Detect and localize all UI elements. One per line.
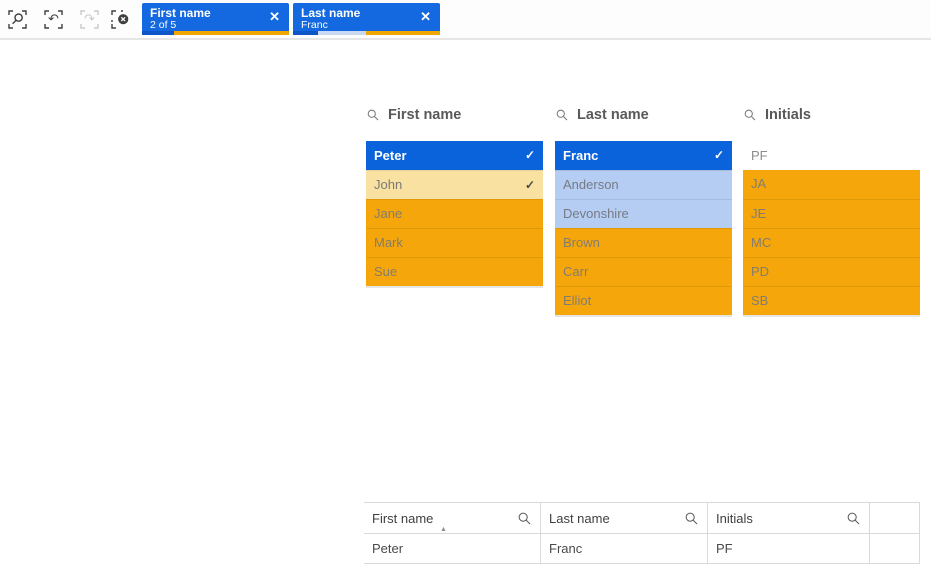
- step-back-button[interactable]: ↶: [43, 9, 64, 30]
- undo-arrow-icon: ↶: [43, 9, 64, 30]
- chip-body[interactable]: First name 2 of 5 ✕: [142, 3, 289, 31]
- value-label: PF: [751, 148, 768, 163]
- search-in-selections-button[interactable]: [7, 9, 28, 30]
- listbox-value-pd[interactable]: PD: [743, 257, 920, 286]
- step-forward-button[interactable]: ↷: [79, 9, 100, 30]
- listbox-value-ja[interactable]: JA: [743, 170, 920, 199]
- listbox-value-je[interactable]: JE: [743, 199, 920, 228]
- selection-chip[interactable]: Last name Franc ✕: [293, 3, 440, 35]
- column-label: Initials: [716, 511, 753, 526]
- listbox-title: Last name: [577, 107, 649, 123]
- value-label: Mark: [374, 235, 403, 250]
- value-label: MC: [751, 235, 771, 250]
- table-cell[interactable]: [870, 534, 920, 564]
- listbox-value-carr[interactable]: Carr: [555, 257, 732, 286]
- listbox-value-jane[interactable]: Jane: [366, 199, 543, 228]
- listbox-value-franc[interactable]: Franc ✓: [555, 141, 732, 170]
- checkmark-icon: ✓: [525, 171, 535, 199]
- chip-field-name: Last name: [301, 6, 360, 20]
- straight-table: First name ▲ Last name Initials PeterFran…: [364, 502, 920, 564]
- table-row: PeterFrancPF: [364, 534, 920, 564]
- search-marquee-icon: [7, 9, 28, 30]
- search-icon[interactable]: [555, 108, 569, 122]
- chip-body[interactable]: Last name Franc ✕: [293, 3, 440, 31]
- table-header-row: First name ▲ Last name Initials: [364, 503, 920, 534]
- listbox-header[interactable]: Last name: [555, 104, 732, 126]
- column-header-first-name[interactable]: First name ▲: [364, 503, 541, 534]
- column-header-last-name[interactable]: Last name: [541, 503, 708, 534]
- listbox-header[interactable]: First name: [366, 104, 543, 126]
- listbox-value-john[interactable]: John ✓: [366, 170, 543, 199]
- state-segment: [293, 31, 318, 35]
- close-icon[interactable]: ✕: [420, 9, 431, 25]
- listbox-value-anderson[interactable]: Anderson: [555, 170, 732, 199]
- close-icon[interactable]: ✕: [269, 9, 280, 25]
- listbox: First name Peter ✓ John ✓ Jane Mark Sue: [366, 104, 543, 288]
- value-label: SB: [751, 293, 768, 308]
- listbox-value-mc[interactable]: MC: [743, 228, 920, 257]
- chip-selection-summary: Franc: [301, 19, 328, 31]
- column-search-icon[interactable]: [846, 511, 861, 526]
- state-segment: [142, 31, 174, 35]
- selection-chip[interactable]: First name 2 of 5 ✕: [142, 3, 289, 35]
- selection-state-bar: [293, 31, 440, 35]
- chip-field-name: First name: [150, 6, 211, 20]
- value-label: Anderson: [563, 177, 619, 192]
- listbox-values: Peter ✓ John ✓ Jane Mark Sue: [366, 141, 543, 288]
- value-label: Franc: [563, 148, 598, 163]
- column-header-empty: [870, 503, 920, 534]
- listbox-value-brown[interactable]: Brown: [555, 228, 732, 257]
- value-label: Sue: [374, 264, 397, 279]
- clear-all-selections-button[interactable]: [110, 9, 131, 30]
- column-label: First name: [372, 511, 433, 526]
- checkmark-icon: ✓: [714, 141, 724, 170]
- listbox-title: Initials: [765, 107, 811, 123]
- sort-ascending-icon: ▲: [440, 526, 447, 533]
- value-label: JA: [751, 176, 766, 191]
- column-search-icon[interactable]: [517, 511, 532, 526]
- search-icon[interactable]: [366, 108, 380, 122]
- listbox-value-elliot[interactable]: Elliot: [555, 286, 732, 315]
- value-label: JE: [751, 206, 766, 221]
- listbox-title: First name: [388, 107, 461, 123]
- value-label: Carr: [563, 264, 588, 279]
- listbox-header[interactable]: Initials: [743, 104, 920, 126]
- value-label: Jane: [374, 206, 402, 221]
- listbox: Last name Franc ✓ Anderson Devonshire Brown C…: [555, 104, 732, 317]
- chip-selection-summary: 2 of 5: [150, 19, 176, 31]
- table-cell[interactable]: Franc: [541, 534, 708, 564]
- search-icon[interactable]: [743, 108, 757, 122]
- listbox-value-peter[interactable]: Peter ✓: [366, 141, 543, 170]
- selections-toolbar: ↶ ↷ First name 2 of 5 ✕: [0, 0, 931, 40]
- listbox-value-mark[interactable]: Mark: [366, 228, 543, 257]
- value-label: Elliot: [563, 293, 591, 308]
- value-label: Devonshire: [563, 206, 629, 221]
- table-cell[interactable]: PF: [708, 534, 870, 564]
- redo-arrow-icon: ↷: [79, 9, 100, 30]
- state-segment: [174, 31, 289, 35]
- state-segment: [318, 31, 367, 35]
- column-search-icon[interactable]: [684, 511, 699, 526]
- listbox-value-sue[interactable]: Sue: [366, 257, 543, 286]
- value-label: PD: [751, 264, 769, 279]
- listbox-value-pf[interactable]: PF: [743, 141, 920, 170]
- checkmark-icon: ✓: [525, 141, 535, 170]
- listbox-values: Franc ✓ Anderson Devonshire Brown Carr Elliot: [555, 141, 732, 317]
- column-header-initials[interactable]: Initials: [708, 503, 870, 534]
- column-label: Last name: [549, 511, 610, 526]
- listbox-value-sb[interactable]: SB: [743, 286, 920, 315]
- listbox: Initials PF JA JE MC PD SB: [743, 104, 920, 317]
- value-label: Peter: [374, 148, 407, 163]
- value-label: John: [374, 177, 402, 192]
- table-cell[interactable]: Peter: [364, 534, 541, 564]
- value-label: Brown: [563, 235, 600, 250]
- listbox-values: PF JA JE MC PD SB: [743, 141, 920, 317]
- clear-selections-icon: [110, 9, 131, 30]
- selection-state-bar: [142, 31, 289, 35]
- listbox-value-devonshire[interactable]: Devonshire: [555, 199, 732, 228]
- state-segment: [366, 31, 440, 35]
